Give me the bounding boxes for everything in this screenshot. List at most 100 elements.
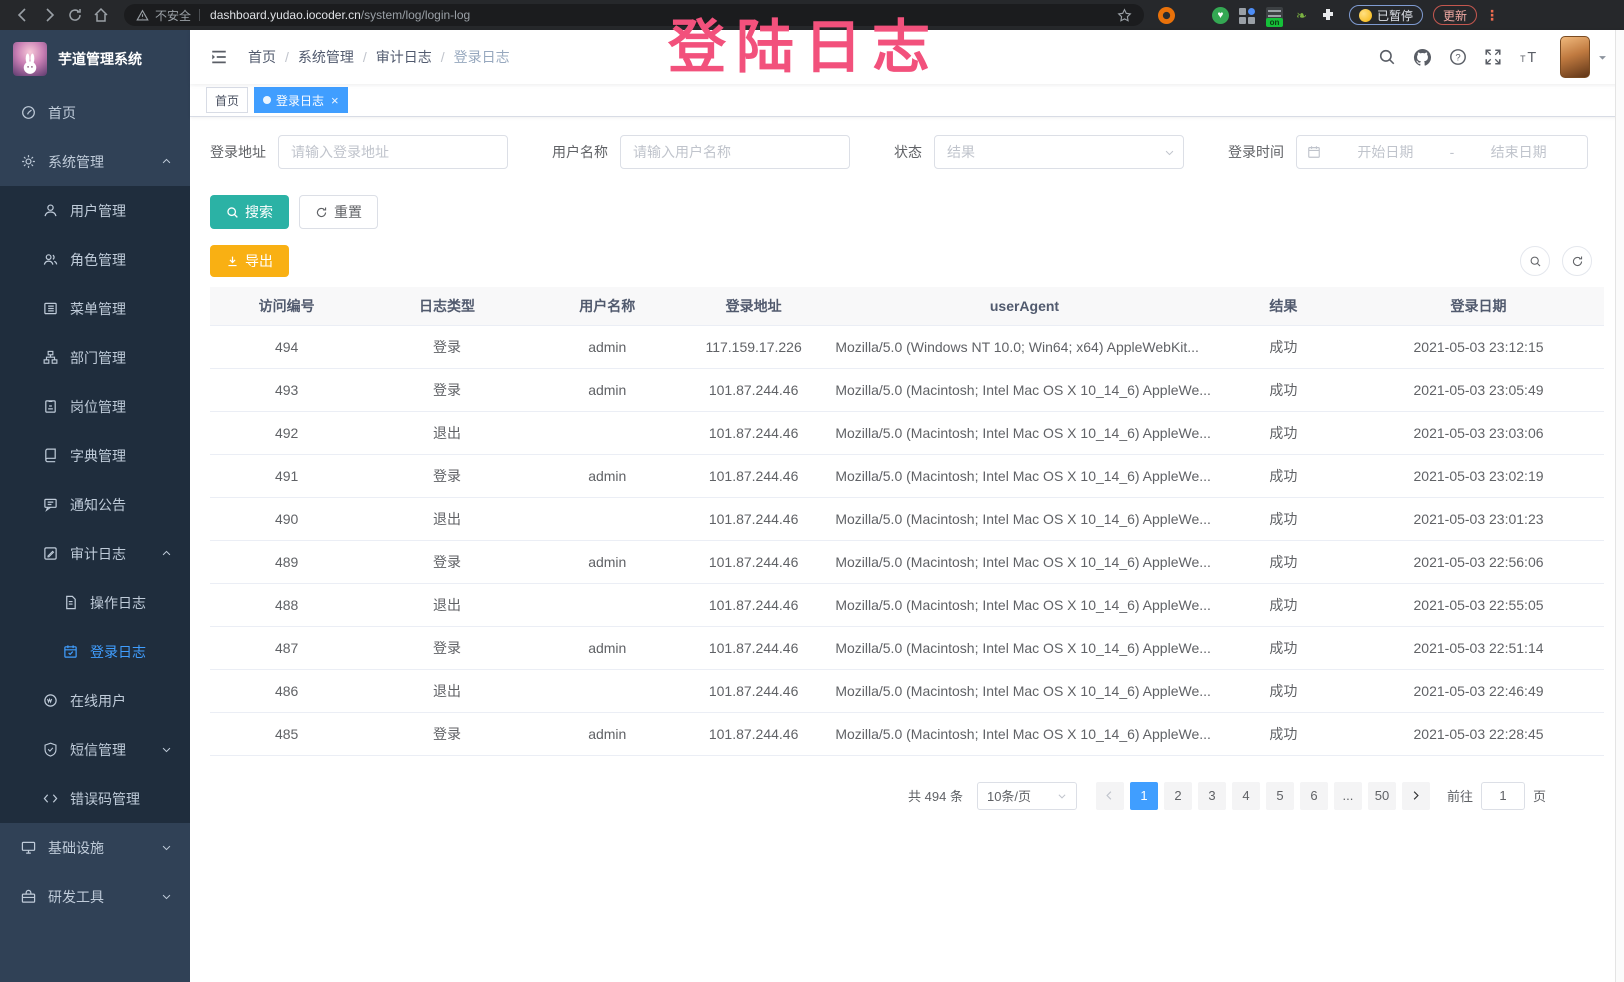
sidebar-item-dict-mgmt[interactable]: 字典管理 (0, 431, 190, 480)
extension-gem-icon[interactable] (1185, 7, 1202, 24)
fullscreen-icon[interactable] (1484, 48, 1502, 66)
sidebar-item-home[interactable]: 首页 (0, 88, 190, 137)
sidebar-item-role-mgmt[interactable]: 角色管理 (0, 235, 190, 284)
table-row: 485 登录 admin 101.87.244.46 Mozilla/5.0 (… (210, 712, 1604, 755)
sidebar-item-notice-mgmt[interactable]: 通知公告 (0, 480, 190, 529)
sidebar-item-audit-log[interactable]: 审计日志 (0, 529, 190, 578)
extension-orange-icon[interactable] (1158, 7, 1175, 24)
cell-username: admin (531, 368, 684, 411)
sidebar-item-user-mgmt[interactable]: 用户管理 (0, 186, 190, 235)
bookmark-star-icon[interactable] (1117, 8, 1132, 23)
page-button-2[interactable]: 2 (1164, 782, 1192, 810)
extensions-area: ♥ on ❧ (1158, 7, 1337, 24)
page-button-1[interactable]: 1 (1130, 782, 1158, 810)
next-page-button[interactable] (1402, 782, 1430, 810)
browser-update-button[interactable]: 更新 (1433, 5, 1477, 25)
header-search-icon[interactable] (1378, 48, 1396, 66)
date-range-picker[interactable]: 开始日期 - 结束日期 (1296, 135, 1588, 169)
breadcrumb: 首页 / 系统管理 / 审计日志 / 登录日志 (248, 47, 510, 67)
extension-green-icon[interactable]: ♥ (1212, 7, 1229, 24)
paused-label: 已暂停 (1377, 7, 1413, 24)
browser-back-icon[interactable] (10, 3, 36, 27)
avatar[interactable] (1560, 36, 1590, 78)
breadcrumb-audit[interactable]: 审计日志 (376, 47, 432, 67)
browser-forward-icon[interactable] (36, 3, 62, 27)
login-address-input[interactable] (278, 135, 508, 169)
cell-useragent: Mozilla/5.0 (Macintosh; Intel Mac OS X 1… (823, 712, 1213, 755)
cell-log-type: 退出 (363, 411, 530, 454)
sidebar-item-post-mgmt[interactable]: 岗位管理 (0, 382, 190, 431)
gear-icon (20, 154, 36, 170)
chevron-up-icon (161, 156, 172, 167)
goto-page-input[interactable] (1481, 782, 1525, 810)
sidebar-item-system-mgmt[interactable]: 系统管理 (0, 137, 190, 186)
user-avatar-menu[interactable] (1560, 36, 1608, 78)
cell-useragent: Mozilla/5.0 (Macintosh; Intel Mac OS X 1… (823, 454, 1213, 497)
breadcrumb-system[interactable]: 系统管理 (298, 47, 354, 67)
profile-emoji-icon (1359, 9, 1372, 22)
col-header-result: 结果 (1214, 287, 1353, 325)
page-scrollbar[interactable] (1615, 30, 1624, 982)
cell-date: 2021-05-03 23:01:23 (1353, 497, 1604, 540)
more-pages-button[interactable]: ... (1334, 782, 1362, 810)
extension-grid-icon[interactable] (1239, 7, 1256, 24)
address-bar[interactable]: 不安全 dashboard.yudao.iocoder.cn/system/lo… (124, 4, 1144, 26)
sidebar-item-label: 首页 (48, 103, 76, 123)
cell-useragent: Mozilla/5.0 (Macintosh; Intel Mac OS X 1… (823, 583, 1213, 626)
sidebar-item-dev-tools[interactable]: 研发工具 (0, 872, 190, 921)
username-input[interactable] (620, 135, 850, 169)
app-logo[interactable]: 芋道管理系统 (0, 30, 190, 88)
github-icon[interactable] (1413, 48, 1432, 67)
sidebar-item-dept-mgmt[interactable]: 部门管理 (0, 333, 190, 382)
toggle-search-button[interactable] (1520, 246, 1550, 276)
sidebar-item-login-log[interactable]: 登录日志 (0, 627, 190, 676)
page-button-4[interactable]: 4 (1232, 782, 1260, 810)
tag-login-log[interactable]: 登录日志 × (254, 87, 348, 113)
cell-username (531, 669, 684, 712)
cell-result: 成功 (1214, 669, 1353, 712)
page-button-50[interactable]: 50 (1368, 782, 1396, 810)
cell-id: 494 (210, 325, 363, 368)
search-button[interactable]: 搜索 (210, 195, 289, 229)
browser-home-icon[interactable] (88, 3, 114, 27)
search-icon (1529, 255, 1542, 268)
sidebar-item-menu-mgmt[interactable]: 菜单管理 (0, 284, 190, 333)
start-date-placeholder[interactable]: 开始日期 (1327, 142, 1444, 162)
sidebar-item-error-code-mgmt[interactable]: 错误码管理 (0, 774, 190, 823)
reset-button[interactable]: 重置 (299, 195, 378, 229)
table-row: 494 登录 admin 117.159.17.226 Mozilla/5.0 … (210, 325, 1604, 368)
page-button-3[interactable]: 3 (1198, 782, 1226, 810)
chevron-right-icon (1410, 790, 1421, 801)
tag-close-icon[interactable]: × (331, 94, 339, 107)
page-button-5[interactable]: 5 (1266, 782, 1294, 810)
sidebar-item-online-users[interactable]: 在线用户 (0, 676, 190, 725)
tag-home[interactable]: 首页 (206, 87, 248, 113)
cell-date: 2021-05-03 22:55:05 (1353, 583, 1604, 626)
help-icon[interactable]: ? (1449, 48, 1467, 66)
sidebar-item-operation-log[interactable]: 操作日志 (0, 578, 190, 627)
col-header-type: 日志类型 (363, 287, 530, 325)
breadcrumb-home[interactable]: 首页 (248, 47, 276, 67)
sidebar-item-sms-mgmt[interactable]: 短信管理 (0, 725, 190, 774)
extension-sprout-icon[interactable]: ❧ (1293, 7, 1310, 24)
page-button-6[interactable]: 6 (1300, 782, 1328, 810)
sidebar-toggle-icon[interactable] (206, 44, 232, 70)
end-date-placeholder[interactable]: 结束日期 (1460, 142, 1577, 162)
browser-reload-icon[interactable] (62, 3, 88, 27)
cell-result: 成功 (1214, 411, 1353, 454)
table-row: 489 登录 admin 101.87.244.46 Mozilla/5.0 (… (210, 540, 1604, 583)
font-size-icon[interactable]: TT (1519, 48, 1539, 66)
page-size-select[interactable]: 10条/页 (977, 782, 1077, 810)
refresh-table-button[interactable] (1562, 246, 1592, 276)
extension-list-icon[interactable]: on (1266, 7, 1283, 24)
sidebar-item-infrastructure[interactable]: 基础设施 (0, 823, 190, 872)
export-button[interactable]: 导出 (210, 245, 289, 277)
profile-paused-chip[interactable]: 已暂停 (1349, 5, 1423, 25)
browser-menu-icon[interactable]: ⋮ (1485, 10, 1499, 20)
edit-log-icon (42, 546, 58, 562)
status-select[interactable] (934, 135, 1184, 169)
prev-page-button[interactable] (1096, 782, 1124, 810)
address-divider (199, 9, 200, 21)
cell-date: 2021-05-03 22:28:45 (1353, 712, 1604, 755)
extension-puzzle-icon[interactable] (1320, 7, 1337, 24)
